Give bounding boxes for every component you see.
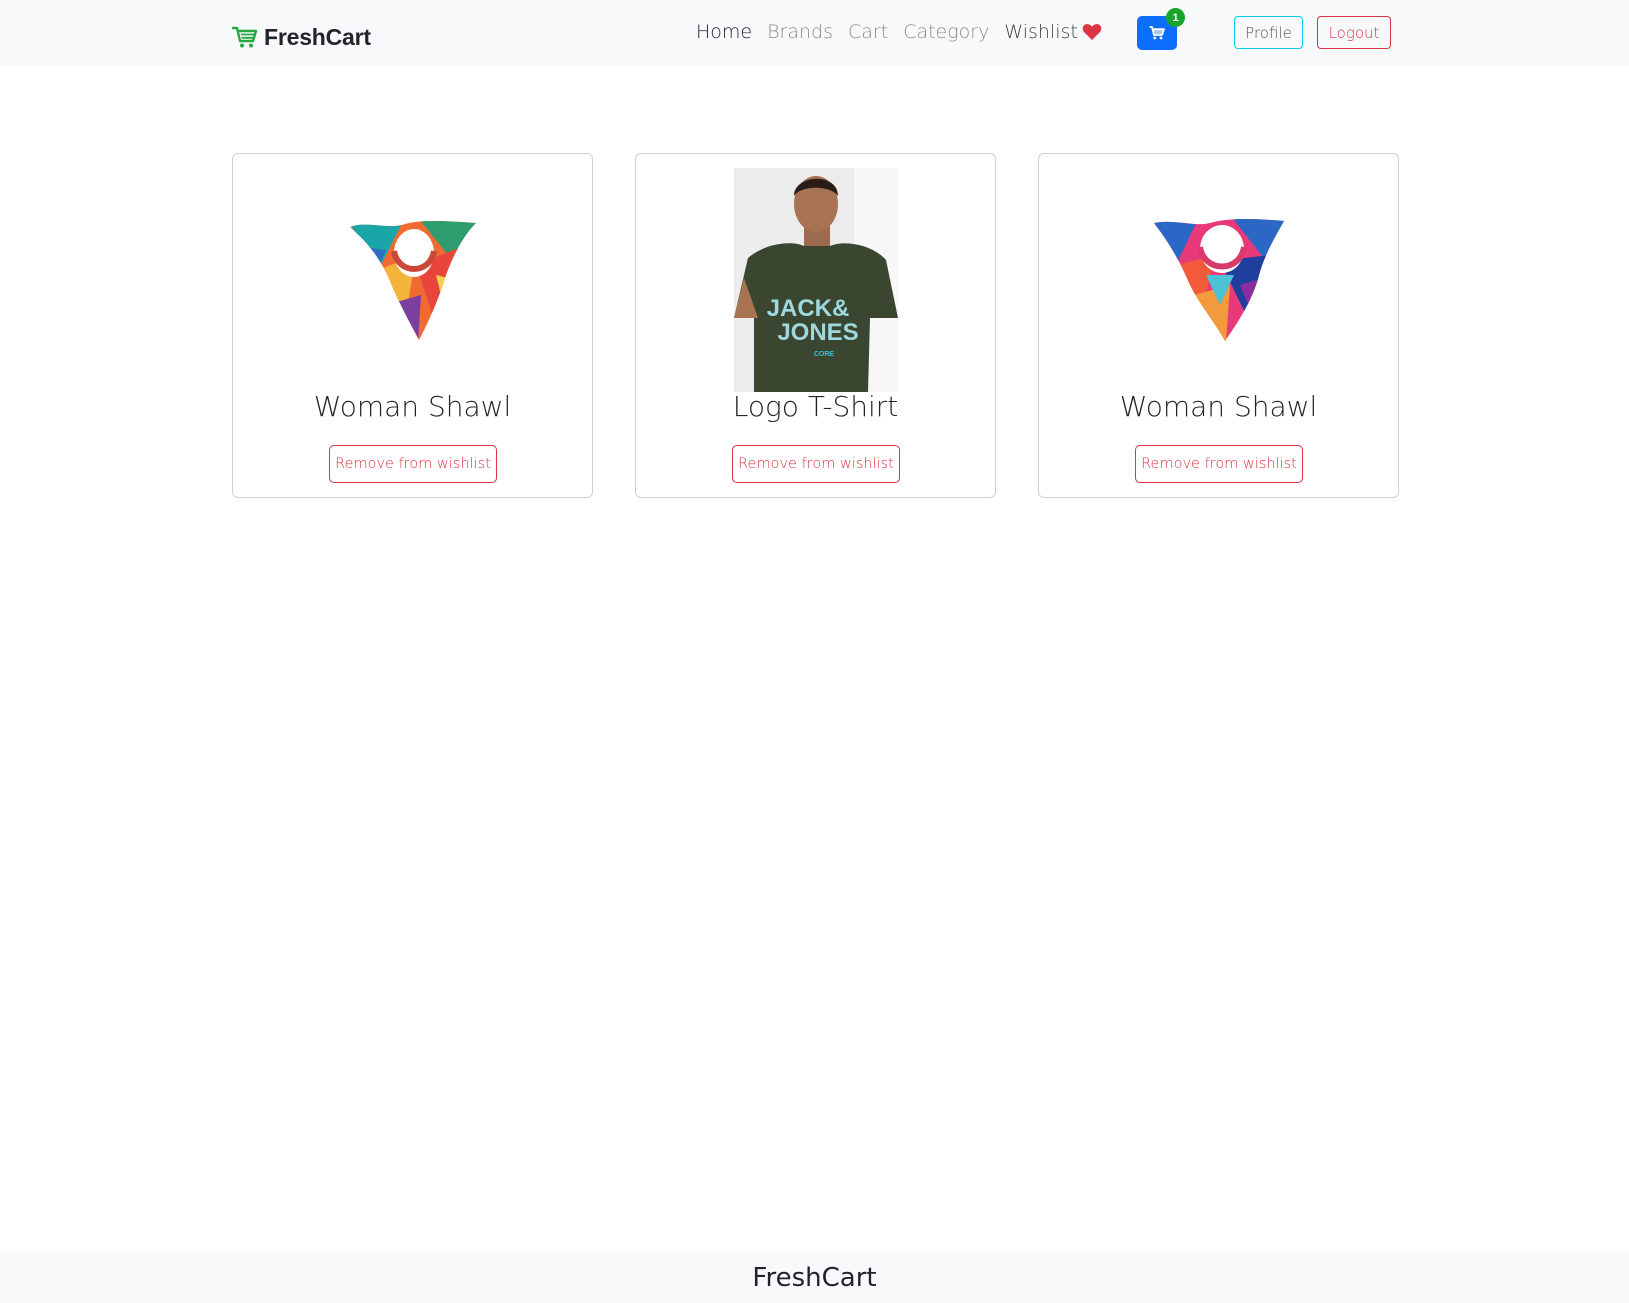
shopping-cart-icon <box>232 26 258 48</box>
brand-name: FreshCart <box>264 23 371 50</box>
nav-links: Home Brands Cart Category Wishlist <box>696 17 1102 47</box>
wishlist-card: Woman Shawl Remove from wishlist <box>1038 153 1399 498</box>
cart-icon <box>1149 26 1165 40</box>
wishlist-card: Woman Shawl Remove from wishlist <box>232 153 593 498</box>
nav-link-cart[interactable]: Cart <box>848 21 888 43</box>
nav-link-wishlist-label: Wishlist <box>1004 21 1078 43</box>
heart-icon <box>1082 24 1102 40</box>
product-title: Woman Shawl <box>1119 390 1318 423</box>
cart-count-badge: 1 <box>1166 8 1185 27</box>
footer: FreshCart <box>0 1252 1629 1303</box>
logout-button[interactable]: Logout <box>1317 16 1391 49</box>
nav-link-home[interactable]: Home <box>696 21 752 43</box>
remove-from-wishlist-button[interactable]: Remove from wishlist <box>1135 445 1303 483</box>
product-image[interactable] <box>331 168 495 392</box>
svg-text:CORE: CORE <box>814 351 835 358</box>
nav-link-wishlist[interactable]: Wishlist <box>1004 21 1102 43</box>
remove-from-wishlist-button[interactable]: Remove from wishlist <box>732 445 900 483</box>
shawl-image <box>1154 219 1284 341</box>
svg-text:JACK&: JACK& <box>767 295 850 322</box>
footer-brand: FreshCart <box>752 1262 877 1293</box>
svg-text:JONES: JONES <box>777 319 858 346</box>
brand-logo[interactable]: FreshCart <box>232 22 371 52</box>
shawl-image <box>350 221 476 340</box>
tshirt-image: JACK& JONES CORE <box>734 168 898 392</box>
nav-link-brands[interactable]: Brands <box>767 21 833 43</box>
product-title: Logo T-Shirt <box>732 390 899 423</box>
navbar: FreshCart Home Brands Cart Category Wish… <box>0 0 1629 66</box>
profile-button[interactable]: Profile <box>1234 16 1303 49</box>
product-image[interactable] <box>1137 168 1301 392</box>
wishlist-card: JACK& JONES CORE Logo T-Shirt Remove fro… <box>635 153 996 498</box>
product-image[interactable]: JACK& JONES CORE <box>734 168 898 392</box>
nav-link-category[interactable]: Category <box>903 21 989 43</box>
remove-from-wishlist-button[interactable]: Remove from wishlist <box>329 445 497 483</box>
product-title: Woman Shawl <box>313 390 512 423</box>
